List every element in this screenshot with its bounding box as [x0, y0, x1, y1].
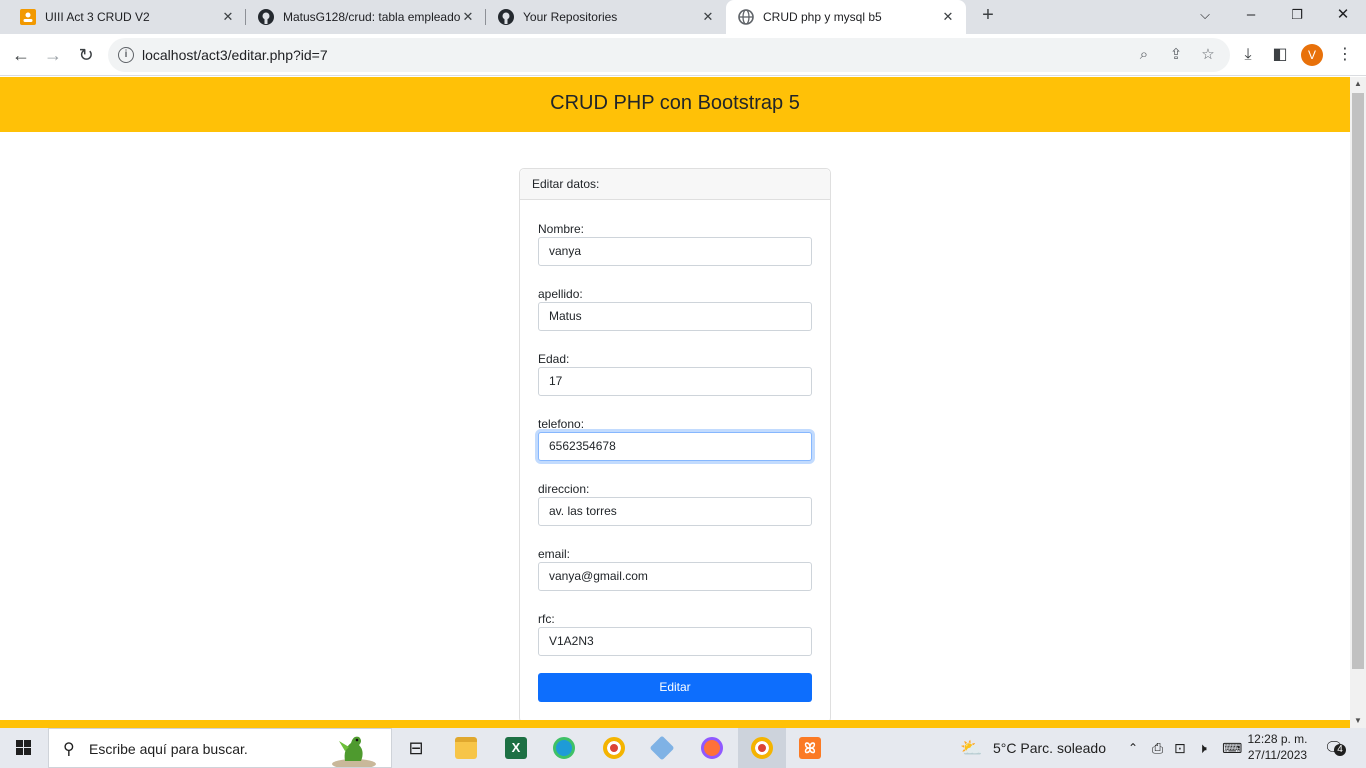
close-tab-icon[interactable]: ✕ — [940, 9, 956, 25]
site-info-icon[interactable]: i — [118, 47, 134, 63]
card-title: Editar datos: — [520, 169, 830, 200]
forward-icon[interactable]: → — [40, 42, 66, 68]
address-bar[interactable]: i localhost/act3/editar.php?id=7 ⌕ ⇪ ☆ — [108, 38, 1230, 72]
bookmark-star-icon[interactable]: ☆ — [1198, 45, 1218, 65]
email-field: email: vanya@gmail.com — [538, 547, 812, 591]
browser-tab-strip: UIII Act 3 CRUD V2 ✕ MatusG128/crud: tab… — [0, 0, 1366, 34]
tab-title: Your Repositories — [523, 10, 618, 24]
new-tab-icon[interactable]: + — [976, 4, 1000, 30]
telefono-input[interactable]: 6562354678 — [538, 432, 812, 461]
page-scrollbar[interactable]: ▲ ▼ — [1350, 77, 1366, 728]
dragon-illustration-icon — [332, 736, 376, 767]
apellido-field: apellido: Matus — [538, 287, 812, 331]
volume-muted-icon[interactable]: 🕨 — [1198, 728, 1207, 768]
url-text[interactable]: localhost/act3/editar.php?id=7 — [142, 47, 328, 63]
minimize-icon[interactable]: – — [1228, 0, 1274, 32]
telefono-field: telefono: 6562354678 — [538, 417, 812, 461]
back-icon[interactable]: ← — [8, 42, 34, 68]
globe-icon — [738, 9, 754, 25]
scroll-down-icon[interactable]: ▼ — [1350, 714, 1366, 728]
apellido-label: apellido: — [538, 287, 583, 301]
github-icon — [498, 9, 514, 25]
menu-kebab-icon[interactable]: ⋮ — [1335, 45, 1355, 65]
rfc-input[interactable]: V1A2N3 — [538, 627, 812, 656]
clock-time: 12:28 p. m. — [1247, 732, 1308, 746]
page-title: CRUD PHP con Bootstrap 5 — [550, 92, 800, 114]
windows-start-icon[interactable] — [0, 728, 48, 768]
restore-icon[interactable]: ❐ — [1274, 0, 1320, 32]
tray-chevron-icon[interactable]: ⌃ — [1128, 728, 1138, 768]
github-icon — [258, 9, 274, 25]
close-tab-icon[interactable]: ✕ — [700, 9, 716, 25]
page-footer-bar — [0, 720, 1350, 728]
notification-center-icon[interactable]: 🗨4 — [1324, 738, 1346, 758]
meet-now-icon[interactable]: ⎙ — [1152, 728, 1163, 768]
file-explorer-icon[interactable] — [442, 728, 490, 768]
tab-title: CRUD php y mysql b5 — [763, 10, 882, 24]
weather-text[interactable]: 5°C Parc. soleado — [993, 728, 1106, 768]
download-icon[interactable]: ⤓ — [1238, 45, 1258, 65]
side-panel-icon[interactable]: ◧ — [1270, 45, 1290, 65]
search-placeholder: Escribe aquí para buscar. — [89, 741, 248, 757]
firefox-icon[interactable] — [688, 728, 736, 768]
excel-icon[interactable]: X — [492, 728, 540, 768]
profile-avatar[interactable]: V — [1301, 44, 1323, 66]
network-icon[interactable]: ⊡ — [1174, 728, 1186, 768]
task-view-icon[interactable]: ⊟ — [392, 728, 440, 768]
chrome-icon[interactable] — [590, 728, 638, 768]
page-header: CRUD PHP con Bootstrap 5 — [0, 77, 1350, 132]
edad-field: Edad: 17 — [538, 352, 812, 396]
clock[interactable]: 12:28 p. m. 27/11/2023 — [1240, 731, 1315, 763]
classroom-icon — [20, 9, 36, 25]
edge-icon[interactable] — [540, 728, 588, 768]
email-label: email: — [538, 547, 571, 561]
taskbar-search[interactable]: ⚲ Escribe aquí para buscar. — [48, 728, 392, 768]
direccion-field: direccion: av. las torres — [538, 482, 812, 526]
weather-icon[interactable]: ⛅ — [960, 728, 982, 768]
xampp-icon[interactable]: ꕤ — [786, 728, 834, 768]
search-icon: ⚲ — [63, 741, 75, 758]
close-window-icon[interactable]: ✕ — [1320, 0, 1366, 32]
scroll-up-icon[interactable]: ▲ — [1350, 77, 1366, 91]
tab-your-repositories[interactable]: Your Repositories ✕ — [478, 0, 726, 34]
rfc-label: rfc: — [538, 612, 555, 626]
notification-count: 4 — [1334, 744, 1346, 756]
tab-title: UIII Act 3 CRUD V2 — [45, 10, 150, 24]
rfc-field: rfc: V1A2N3 — [538, 612, 812, 656]
tab-uiii-act3[interactable]: UIII Act 3 CRUD V2 ✕ — [0, 0, 246, 34]
page-viewport: CRUD PHP con Bootstrap 5 Editar datos: N… — [0, 77, 1350, 728]
reload-icon[interactable]: ↻ — [73, 42, 99, 68]
virtualbox-icon[interactable] — [638, 728, 686, 768]
edad-input[interactable]: 17 — [538, 367, 812, 396]
scrollbar-thumb[interactable] — [1352, 93, 1364, 669]
tab-crud-php[interactable]: CRUD php y mysql b5 ✕ — [726, 0, 966, 34]
zoom-icon[interactable]: ⌕ — [1134, 45, 1154, 65]
editar-button[interactable]: Editar — [538, 673, 812, 702]
clock-date: 27/11/2023 — [1247, 748, 1308, 762]
close-tab-icon[interactable]: ✕ — [220, 9, 236, 25]
tab-title: MatusG128/crud: tabla empleados — [283, 10, 460, 24]
tab-github-crud[interactable]: MatusG128/crud: tabla empleados ✕ — [238, 0, 486, 34]
edad-label: Edad: — [538, 352, 570, 366]
apellido-input[interactable]: Matus — [538, 302, 812, 331]
direccion-label: direccion: — [538, 482, 590, 496]
windows-taskbar: ⚲ Escribe aquí para buscar. ⊟ X ꕤ ⛅ 5°C … — [0, 728, 1366, 768]
close-tab-icon[interactable]: ✕ — [460, 9, 476, 25]
tab-search-icon[interactable]: ⌵ — [1182, 0, 1228, 32]
telefono-label: telefono: — [538, 417, 585, 431]
share-icon[interactable]: ⇪ — [1166, 45, 1186, 65]
nombre-field: Nombre: vanya — [538, 222, 812, 266]
chrome-profile-icon[interactable] — [738, 728, 786, 768]
direccion-input[interactable]: av. las torres — [538, 497, 812, 526]
nombre-input[interactable]: vanya — [538, 237, 812, 266]
edit-form-card: Editar datos: Nombre: vanya apellido: Ma… — [519, 168, 831, 723]
nombre-label: Nombre: — [538, 222, 585, 236]
browser-toolbar: ← → ↻ i localhost/act3/editar.php?id=7 ⌕… — [0, 34, 1366, 76]
email-input[interactable]: vanya@gmail.com — [538, 562, 812, 591]
